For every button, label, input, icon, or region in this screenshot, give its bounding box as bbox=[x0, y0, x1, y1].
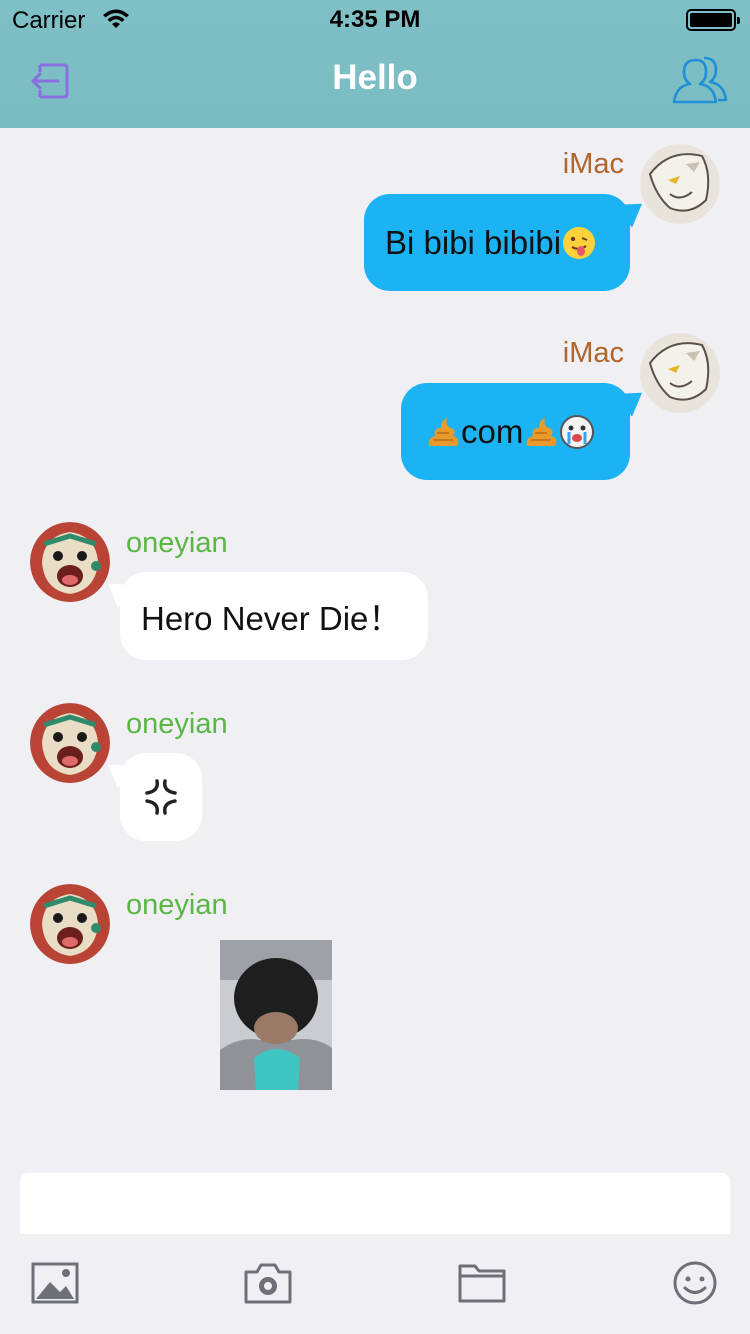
message-bubble[interactable]: com bbox=[401, 383, 630, 480]
message-text: Bi bibi bibibi bbox=[385, 223, 562, 261]
folder-icon[interactable] bbox=[457, 1260, 507, 1306]
avatar[interactable] bbox=[640, 144, 720, 224]
status-time: 4:35 PM bbox=[329, 6, 421, 33]
avatar[interactable] bbox=[30, 522, 110, 602]
message-bubble[interactable]: Hero Never Die！ bbox=[120, 572, 428, 660]
sender-name: iMac bbox=[562, 337, 624, 369]
message-text: Hero Never Die！ bbox=[141, 600, 402, 637]
contacts-icon[interactable] bbox=[670, 54, 730, 106]
page-title: Hello bbox=[332, 58, 418, 97]
poop-emoji bbox=[428, 417, 459, 446]
tongue-face-emoji bbox=[563, 226, 596, 259]
photo-library-icon[interactable] bbox=[30, 1260, 80, 1306]
sender-name: oneyian bbox=[126, 708, 228, 740]
avatar[interactable] bbox=[640, 333, 720, 413]
sender-name: oneyian bbox=[126, 527, 228, 559]
sender-name: iMac bbox=[562, 148, 624, 180]
anger-symbol-emoji bbox=[145, 779, 177, 815]
avatar[interactable] bbox=[30, 884, 110, 964]
crying-face-emoji bbox=[560, 414, 595, 449]
sender-name: oneyian bbox=[126, 889, 228, 921]
poop-emoji bbox=[526, 417, 557, 446]
message-bubble[interactable]: Bi bibi bibibi bbox=[364, 194, 630, 291]
message-input[interactable] bbox=[20, 1173, 730, 1243]
status-bar: Carrier 4:35 PM bbox=[0, 0, 750, 40]
emoji-icon[interactable] bbox=[670, 1260, 720, 1306]
message-text: com bbox=[461, 412, 524, 450]
battery-icon bbox=[686, 9, 740, 31]
photo-message[interactable] bbox=[220, 940, 332, 1090]
navigation-bar: Carrier 4:35 PM Hello bbox=[0, 0, 750, 128]
input-toolbar bbox=[0, 1234, 750, 1334]
avatar[interactable] bbox=[30, 703, 110, 783]
camera-icon[interactable] bbox=[243, 1260, 293, 1306]
